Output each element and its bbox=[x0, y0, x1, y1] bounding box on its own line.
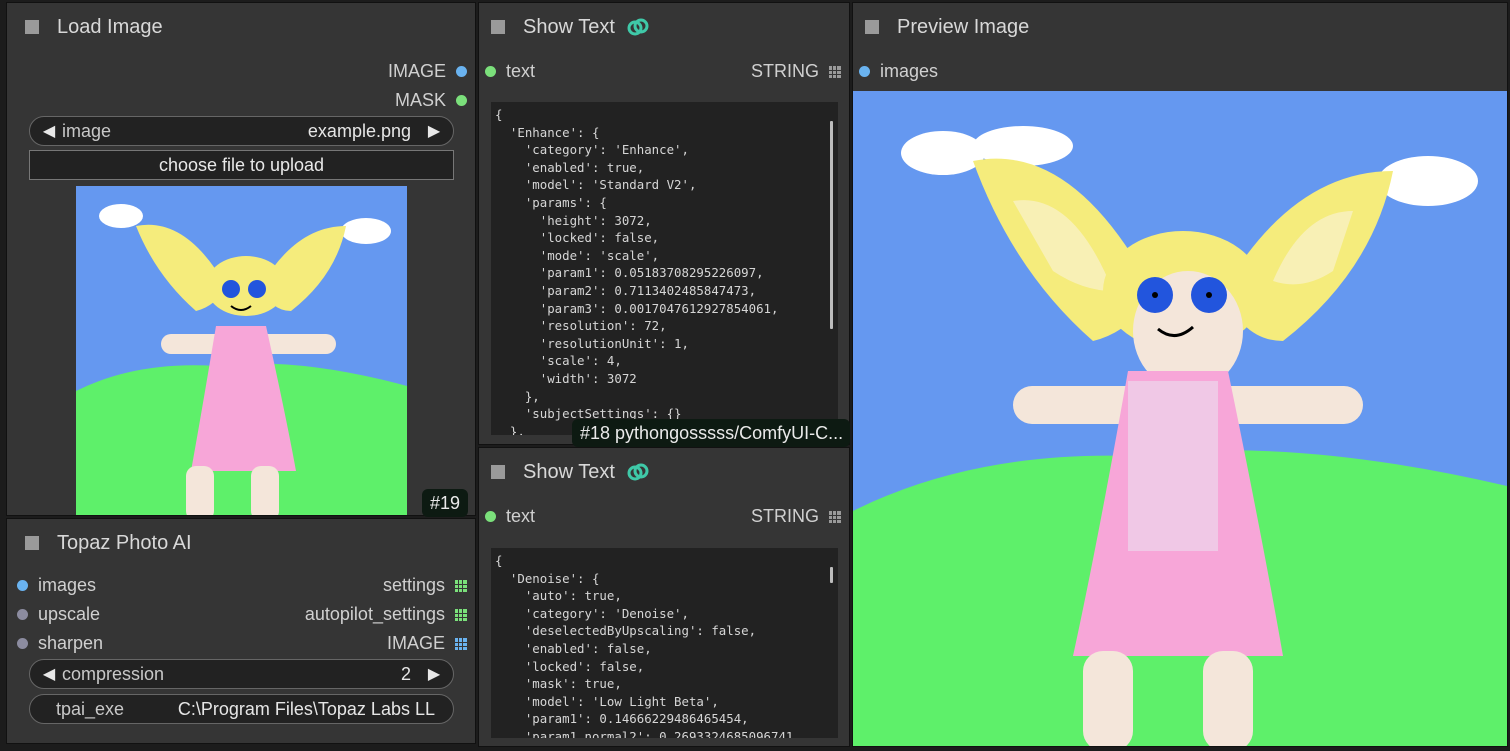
output-image[interactable]: IMAGE bbox=[387, 633, 467, 654]
output-string-grid-icon[interactable] bbox=[829, 510, 841, 523]
text-line: 'param1': 0.05183708295226097, bbox=[495, 265, 764, 281]
collapse-toggle-icon[interactable] bbox=[491, 465, 505, 479]
output-settings-grid-icon[interactable] bbox=[455, 579, 467, 592]
preview-image-output bbox=[853, 91, 1507, 746]
input-images[interactable]: images bbox=[17, 575, 96, 596]
collapse-toggle-icon[interactable] bbox=[491, 20, 505, 34]
tpai-exe-text-widget[interactable]: tpai_exe C:\Program Files\Topaz Labs LL bbox=[29, 694, 454, 724]
show-text-title-bar[interactable]: Show Text bbox=[479, 448, 849, 496]
text-line: 'model': 'Low Light Beta', bbox=[495, 693, 719, 709]
arrow-left-icon[interactable]: ◀ bbox=[40, 664, 58, 684]
output-image-dot-icon[interactable] bbox=[456, 66, 467, 77]
output-autopilot-grid-icon[interactable] bbox=[455, 608, 467, 621]
input-text[interactable]: text bbox=[485, 61, 535, 82]
load-image-title-bar[interactable]: Load Image bbox=[7, 3, 475, 51]
input-images-dot-icon[interactable] bbox=[17, 580, 28, 591]
input-images-dot-icon[interactable] bbox=[859, 66, 870, 77]
input-upscale[interactable]: upscale bbox=[17, 604, 100, 625]
node-id-badge: #19 bbox=[422, 489, 469, 517]
output-image-grid-icon[interactable] bbox=[455, 637, 467, 650]
text-display-area[interactable]: { 'Denoise': { 'auto': true, 'category':… bbox=[491, 548, 838, 738]
text-line: { bbox=[495, 107, 503, 122]
arrow-right-icon[interactable]: ▶ bbox=[425, 664, 443, 684]
input-text-dot-icon[interactable] bbox=[485, 66, 496, 77]
text-line: 'deselectedByUpscaling': false, bbox=[495, 623, 757, 639]
show-text-node-2[interactable]: Show Text text STRING { 'Denoise': { 'au… bbox=[478, 447, 850, 747]
text-line: 'category': 'Denoise', bbox=[495, 605, 689, 621]
text-line: 'mask': true, bbox=[495, 676, 622, 692]
drawing-image bbox=[76, 186, 407, 515]
text-line: 'height': 3072, bbox=[495, 212, 652, 228]
compression-number-widget[interactable]: ◀ compression 2 ▶ bbox=[29, 659, 454, 689]
text-line: }, bbox=[495, 388, 540, 404]
node-title: Preview Image bbox=[897, 15, 1030, 38]
output-image[interactable]: IMAGE bbox=[388, 61, 467, 82]
output-string-grid-icon[interactable] bbox=[829, 65, 841, 78]
input-sharpen[interactable]: sharpen bbox=[17, 633, 103, 654]
text-line: 'Denoise': { bbox=[495, 570, 600, 586]
output-string[interactable]: STRING bbox=[751, 61, 841, 82]
text-line: 'mode': 'scale', bbox=[495, 247, 660, 263]
node-title: Load Image bbox=[57, 15, 163, 38]
input-text[interactable]: text bbox=[485, 506, 535, 527]
text-line: 'param2': 0.7113402485847473, bbox=[495, 282, 757, 298]
show-text-title-bar[interactable]: Show Text bbox=[479, 3, 849, 51]
collapse-toggle-icon[interactable] bbox=[25, 20, 39, 34]
text-line: 'param1': 0.14666229486465454, bbox=[495, 711, 749, 727]
input-images[interactable]: images bbox=[859, 61, 938, 82]
topaz-title-bar[interactable]: Topaz Photo AI bbox=[7, 519, 475, 567]
text-line: 'enabled': false, bbox=[495, 640, 652, 656]
load-image-node[interactable]: Load Image IMAGE MASK ◀ image example.pn… bbox=[6, 2, 476, 516]
input-sharpen-dot-icon[interactable] bbox=[17, 638, 28, 649]
show-text-node-1[interactable]: Show Text text STRING { 'Enhance': { 'ca… bbox=[478, 2, 850, 445]
input-text-dot-icon[interactable] bbox=[485, 511, 496, 522]
text-line: 'category': 'Enhance', bbox=[495, 142, 689, 158]
arrow-right-icon[interactable]: ▶ bbox=[425, 121, 443, 141]
collapse-toggle-icon[interactable] bbox=[25, 536, 39, 550]
text-line: 'scale': 4, bbox=[495, 353, 622, 369]
text-line: 'params': { bbox=[495, 194, 607, 210]
image-combo-widget[interactable]: ◀ image example.png ▶ bbox=[29, 116, 454, 146]
text-line: 'param1_normal2': 0.2693324685096741 bbox=[495, 728, 794, 738]
node-id-badge: #18 pythongosssss/ComfyUI-C... bbox=[572, 419, 850, 447]
output-autopilot-settings[interactable]: autopilot_settings bbox=[305, 604, 467, 625]
text-line: 'model': 'Standard V2', bbox=[495, 177, 697, 193]
preview-title-bar[interactable]: Preview Image bbox=[853, 3, 1507, 51]
text-scrollbar[interactable] bbox=[830, 567, 833, 583]
text-line: 'width': 3072 bbox=[495, 370, 637, 386]
text-line: { bbox=[495, 553, 503, 568]
text-line: 'locked': false, bbox=[495, 230, 660, 246]
node-title: Show Text bbox=[523, 15, 615, 38]
topaz-photo-ai-node[interactable]: Topaz Photo AI images upscale sharpen se… bbox=[6, 518, 476, 744]
input-upscale-dot-icon[interactable] bbox=[17, 609, 28, 620]
text-line: 'resolutionUnit': 1, bbox=[495, 335, 689, 351]
node-title: Show Text bbox=[523, 460, 615, 483]
custom-scripts-link-icon bbox=[627, 18, 649, 36]
output-string[interactable]: STRING bbox=[751, 506, 841, 527]
preview-image-node[interactable]: Preview Image images bbox=[852, 2, 1508, 747]
text-display-area[interactable]: { 'Enhance': { 'category': 'Enhance', 'e… bbox=[491, 102, 838, 435]
custom-scripts-link-icon bbox=[627, 463, 649, 481]
output-mask-dot-icon[interactable] bbox=[456, 95, 467, 106]
text-line: 'auto': true, bbox=[495, 588, 622, 604]
text-line: 'locked': false, bbox=[495, 658, 645, 674]
text-scrollbar[interactable] bbox=[830, 121, 833, 329]
text-line: 'Enhance': { bbox=[495, 124, 600, 140]
loaded-image-preview bbox=[76, 186, 407, 515]
output-mask[interactable]: MASK bbox=[395, 90, 467, 111]
arrow-left-icon[interactable]: ◀ bbox=[40, 121, 58, 141]
text-line: 'param3': 0.0017047612927854061, bbox=[495, 300, 779, 316]
collapse-toggle-icon[interactable] bbox=[865, 20, 879, 34]
text-line: 'resolution': 72, bbox=[495, 318, 667, 334]
upscaled-drawing-image bbox=[853, 91, 1507, 746]
output-settings[interactable]: settings bbox=[383, 575, 467, 596]
text-line: 'enabled': true, bbox=[495, 159, 645, 175]
upload-button[interactable]: choose file to upload bbox=[29, 150, 454, 180]
node-title: Topaz Photo AI bbox=[57, 531, 192, 554]
